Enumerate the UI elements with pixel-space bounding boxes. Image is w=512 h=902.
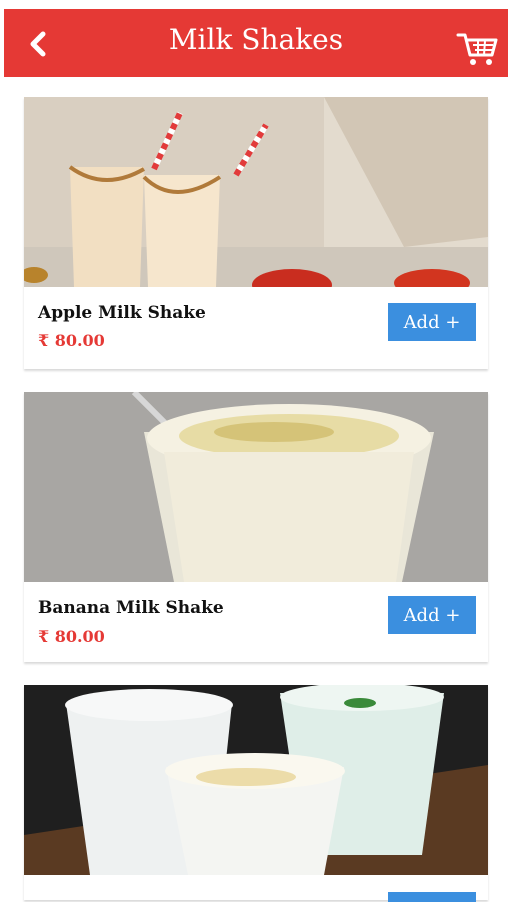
add-to-cart-button[interactable]: Add +: [388, 303, 476, 341]
product-card-apple[interactable]: Apple Milk Shake ₹ 80.00 Add +: [24, 97, 488, 369]
app-header: Milk Shakes: [4, 9, 508, 77]
cart-button[interactable]: [456, 31, 498, 67]
product-name: Apple Milk Shake: [38, 303, 206, 323]
page-title: Milk Shakes: [168, 23, 344, 56]
banana-milk-shake-image: [24, 392, 488, 582]
milk-shake-image: [24, 685, 488, 875]
add-to-cart-button-partial[interactable]: [388, 892, 476, 902]
cart-icon: [456, 33, 498, 65]
product-name: Banana Milk Shake: [38, 598, 224, 618]
product-card-3[interactable]: [24, 685, 488, 900]
product-card-banana[interactable]: Banana Milk Shake ₹ 80.00 Add +: [24, 392, 488, 662]
add-to-cart-button[interactable]: Add +: [388, 596, 476, 634]
apple-milk-shake-image: [24, 97, 488, 287]
product-price: ₹ 80.00: [38, 331, 105, 350]
product-price: ₹ 80.00: [38, 627, 105, 646]
